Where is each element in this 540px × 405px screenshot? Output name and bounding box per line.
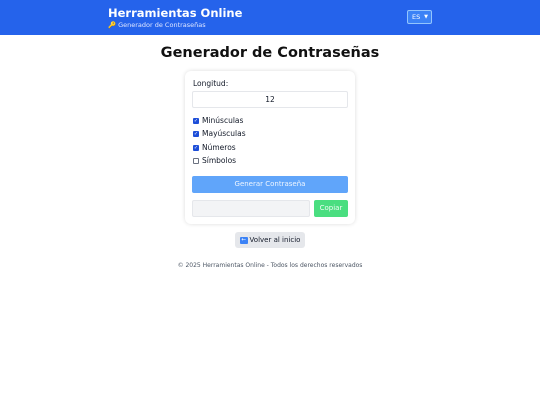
option-uppercase[interactable]: ✓ Mayúsculas <box>193 129 246 138</box>
page-title: Generador de Contraseñas <box>160 45 380 61</box>
language-select[interactable]: ES ▼ <box>407 10 432 24</box>
numbers-label: Números <box>202 143 236 152</box>
length-input[interactable]: 12 <box>192 91 348 108</box>
tool-subtitle: 🔑 Generador de Contraseñas <box>108 21 242 30</box>
top-bar: Herramientas Online 🔑 Generador de Contr… <box>0 0 540 35</box>
back-home-label: Volver al inicio <box>249 236 301 244</box>
brand[interactable]: Herramientas Online 🔑 Generador de Contr… <box>108 6 242 30</box>
length-label: Longitud: <box>193 79 229 88</box>
site-title[interactable]: Herramientas Online <box>108 6 242 20</box>
option-numbers[interactable]: ✓ Números <box>193 143 236 152</box>
tool-subtitle-text: Generador de Contraseñas <box>118 21 206 29</box>
uppercase-checkbox[interactable]: ✓ <box>193 130 199 137</box>
back-home-button[interactable]: ← Volver al inicio <box>235 232 305 248</box>
password-output[interactable] <box>192 200 310 217</box>
generate-password-button[interactable]: Generar Contraseña <box>192 176 348 193</box>
option-lowercase[interactable]: ✓ Minúsculas <box>193 116 243 125</box>
chevron-down-icon: ▼ <box>424 14 428 20</box>
symbols-checkbox[interactable] <box>193 157 199 164</box>
numbers-checkbox[interactable]: ✓ <box>193 144 199 151</box>
back-arrow-icon: ← <box>239 236 248 244</box>
lowercase-checkbox[interactable]: ✓ <box>193 117 199 124</box>
lowercase-label: Minúsculas <box>202 116 244 125</box>
uppercase-label: Mayúsculas <box>202 129 246 138</box>
copy-button[interactable]: Copiar <box>314 200 348 217</box>
symbols-label: Símbolos <box>202 156 237 165</box>
key-icon: 🔑 <box>108 21 117 29</box>
generator-card: Longitud: 12 ✓ Minúsculas ✓ Mayúsculas ✓… <box>185 71 355 224</box>
footer-text: © 2025 Herramientas Online - Todos los d… <box>177 262 363 269</box>
option-symbols[interactable]: Símbolos <box>193 156 236 165</box>
language-value: ES <box>412 13 421 21</box>
